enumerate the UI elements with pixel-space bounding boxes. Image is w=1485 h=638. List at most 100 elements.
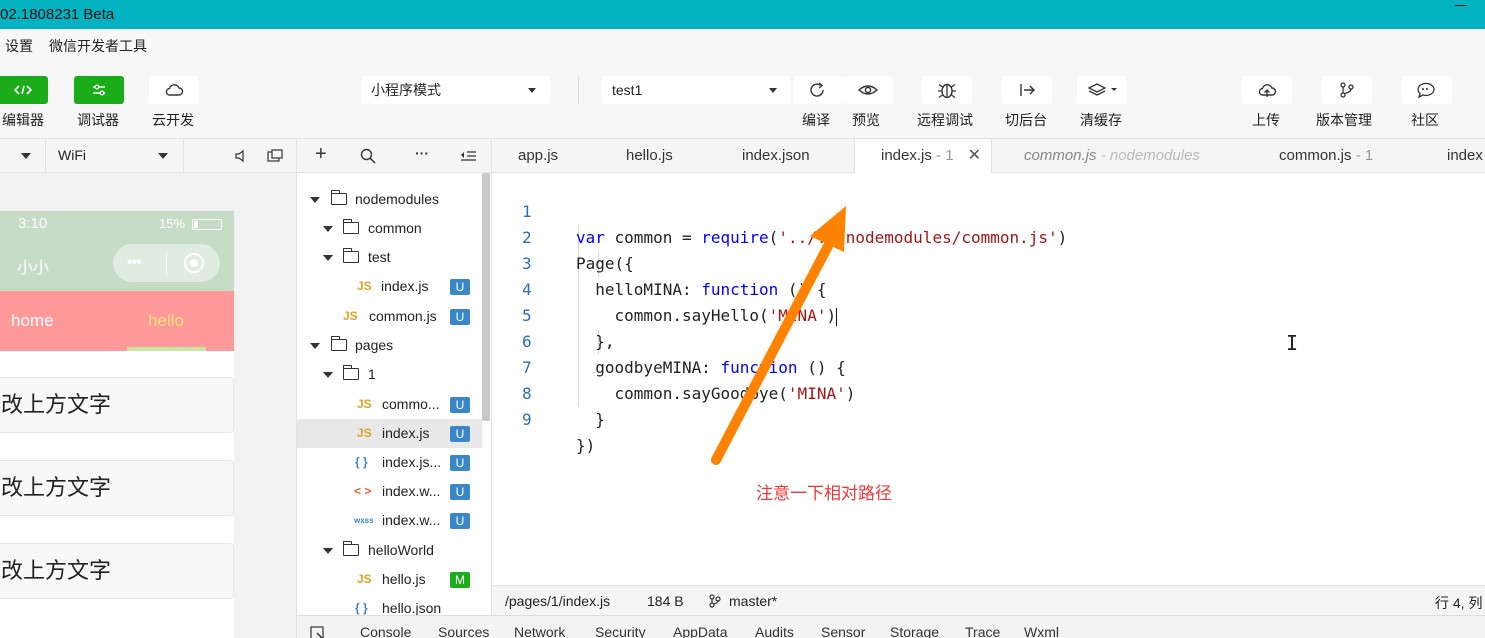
tree-file[interactable]: JS commo... U: [297, 390, 482, 419]
more-icon[interactable]: ···: [415, 145, 429, 161]
chevron-down-icon: [310, 343, 320, 349]
compile-button[interactable]: [793, 76, 843, 104]
sliders-icon: [93, 84, 105, 96]
tree-file[interactable]: { } index.js... U: [297, 448, 482, 477]
more-icon[interactable]: •••: [127, 254, 142, 272]
devtools-tab-audits[interactable]: Audits: [755, 624, 794, 638]
tree-folder[interactable]: nodemodules: [297, 185, 482, 214]
tab-app-js[interactable]: app.js: [518, 139, 558, 173]
devtools-tab-storage[interactable]: Storage: [890, 624, 939, 638]
js-file-icon: JS: [357, 572, 372, 586]
close-icon[interactable]: ✕: [968, 139, 981, 173]
clear-cache-button[interactable]: [1077, 76, 1127, 104]
wxss-file-icon: wxss: [354, 516, 374, 525]
cloud-dev-button[interactable]: [149, 76, 199, 104]
text-card[interactable]: 改上方文字: [0, 543, 234, 599]
js-file-icon: JS: [343, 309, 358, 323]
json-file-icon: { }: [355, 601, 368, 615]
tree-folder[interactable]: test: [297, 243, 482, 272]
status-badge: U: [450, 426, 470, 442]
tree-file[interactable]: < > index.w... U: [297, 477, 482, 506]
tree-item-label: hello.json: [382, 600, 442, 615]
mode-select[interactable]: 小程序模式: [361, 76, 550, 104]
add-file-icon[interactable]: +: [315, 143, 327, 166]
tab-home[interactable]: home: [11, 311, 54, 331]
volume-icon[interactable]: [234, 148, 250, 164]
code-editor[interactable]: 1 var common = require('../../nodemodule…: [492, 173, 1485, 585]
code-line: 9 }): [522, 410, 596, 455]
tree-file[interactable]: wxss index.w... U: [297, 506, 482, 535]
inspect-icon[interactable]: [310, 626, 326, 638]
tree-file[interactable]: JS common.js U: [297, 302, 482, 331]
devtools-tab-sensor[interactable]: Sensor: [821, 624, 865, 638]
network-select[interactable]: WiFi: [45, 139, 184, 172]
tree-file[interactable]: { } hello.json: [297, 594, 482, 615]
remote-debug-button[interactable]: [922, 76, 972, 104]
tree-file-selected[interactable]: JS index.js U: [297, 419, 482, 448]
tree-folder[interactable]: 1: [297, 360, 482, 389]
menu-item-settings[interactable]: 设置: [5, 36, 33, 56]
devtools-tab-console[interactable]: Console: [360, 624, 411, 638]
tab-common-js-1[interactable]: common.js - 1: [1279, 139, 1373, 173]
minimize-icon[interactable]: [1455, 5, 1467, 6]
preview-label: 预览: [852, 112, 880, 128]
preview-button[interactable]: [843, 76, 893, 104]
tab-hello-js[interactable]: hello.js: [626, 139, 673, 173]
tree-folder[interactable]: helloWorld: [297, 536, 482, 565]
folder-open-icon: [330, 190, 347, 205]
tree-file[interactable]: JS hello.js M: [297, 565, 482, 594]
tab-index-json[interactable]: index.json: [742, 139, 810, 173]
code-line: 4 common.sayHello('MINA'): [522, 280, 838, 326]
tab-hello[interactable]: hello: [148, 311, 184, 331]
tab-indicator: [127, 347, 206, 351]
tree-item-label: index.w...: [382, 512, 441, 528]
folder-open-icon: [342, 541, 359, 556]
file-tree: nodemodules common test JS index.js U JS…: [297, 173, 492, 615]
tab-common-js-nodemodules[interactable]: common.js - nodemodules: [1024, 139, 1200, 173]
close-target-icon[interactable]: [183, 252, 205, 274]
community-button[interactable]: [1402, 76, 1452, 104]
cursor-position[interactable]: 行 4, 列: [1435, 593, 1482, 613]
search-icon[interactable]: [360, 148, 376, 164]
folder-open-icon: [342, 248, 359, 263]
detach-window-icon[interactable]: [266, 148, 284, 164]
code-line: 3 helloMINA: function () {: [522, 254, 827, 299]
chevron-down-icon: [158, 153, 168, 159]
devtools-tab-security[interactable]: Security: [595, 624, 646, 638]
tree-item-label: index.js...: [382, 454, 442, 470]
phone-screen: 3:10 15% 小小 ••• home hello 改上方文字 改上方文字 改…: [0, 211, 234, 638]
upload-button[interactable]: [1242, 76, 1292, 104]
text-card[interactable]: 改上方文字: [0, 460, 234, 516]
tab-index-overflow[interactable]: index: [1447, 139, 1483, 173]
js-file-icon: JS: [357, 279, 372, 293]
tree-item-label: index.w...: [382, 483, 441, 499]
tree-item-label: common.js: [369, 308, 437, 324]
tab-index-js-active[interactable]: index.js - 1 ✕: [854, 139, 992, 174]
devtools-tab-network[interactable]: Network: [514, 624, 565, 638]
editor-label: 编辑器: [2, 112, 44, 128]
tree-item-label: test: [368, 249, 391, 265]
devtools-tab-appdata[interactable]: AppData: [673, 624, 727, 638]
tree-file[interactable]: JS index.js U: [297, 272, 482, 301]
tree-scrollbar[interactable]: [482, 173, 490, 421]
background-button[interactable]: [1002, 76, 1052, 104]
devtools-tab-wxml[interactable]: Wxml: [1024, 624, 1059, 638]
git-branch[interactable]: master*: [729, 593, 777, 609]
tree-folder[interactable]: pages: [297, 331, 482, 360]
simulator-header: WiFi: [0, 139, 297, 173]
devtools-tab-trace[interactable]: Trace: [965, 624, 1000, 638]
menu-item-devtools[interactable]: 微信开发者工具: [49, 36, 147, 56]
collapse-all-icon[interactable]: [460, 149, 477, 163]
file-path: /pages/1/index.js: [505, 593, 611, 609]
tree-folder[interactable]: common: [297, 214, 482, 243]
version-control-button[interactable]: [1322, 76, 1372, 104]
devtools-tab-sources[interactable]: Sources: [438, 624, 489, 638]
text-card[interactable]: 改上方文字: [0, 377, 234, 433]
capsule-menu[interactable]: •••: [113, 244, 220, 282]
compile-mode-select[interactable]: test1: [602, 76, 791, 104]
editor-toggle-button[interactable]: [0, 76, 48, 104]
chevron-down-icon[interactable]: [21, 153, 31, 159]
wxml-file-icon: < >: [354, 484, 372, 498]
file-size: 184 B: [647, 593, 684, 609]
debugger-toggle-button[interactable]: [74, 76, 124, 104]
